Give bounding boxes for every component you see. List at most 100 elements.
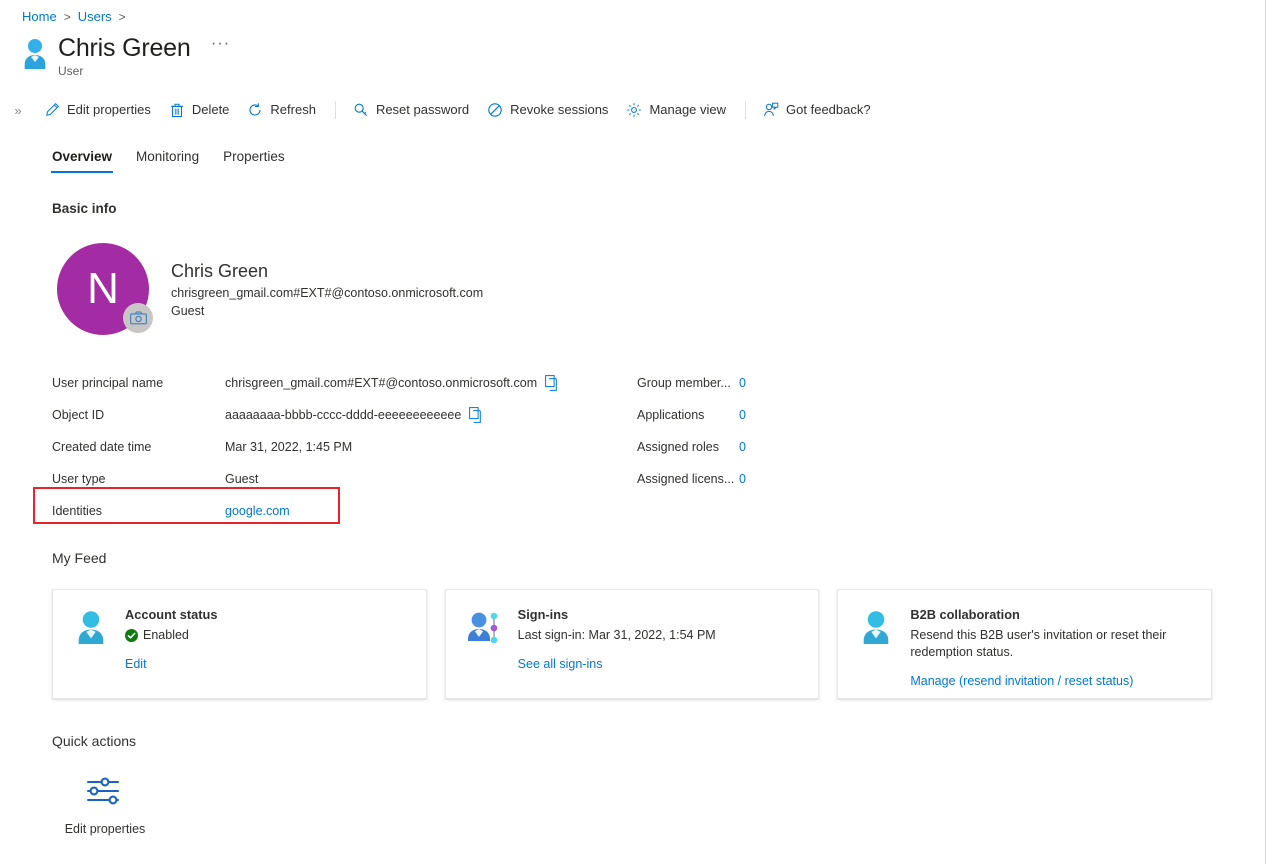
avatar: N [57, 243, 153, 335]
command-label: Manage view [649, 102, 727, 117]
property-value-text: chrisgreen_gmail.com#EXT#@contoso.onmicr… [225, 376, 538, 390]
breadcrumb-separator: > [63, 10, 71, 24]
property-label: Group member... [637, 376, 731, 390]
revoke-sessions-button[interactable]: Revoke sessions [479, 97, 618, 123]
property-label: Object ID [52, 408, 105, 422]
breadcrumb: Home > Users > [22, 9, 126, 25]
property-label: User principal name [52, 376, 164, 390]
property-value: Guest [225, 472, 258, 486]
breadcrumb-item-home[interactable]: Home [22, 9, 57, 25]
section-heading-quick-actions: Quick actions [52, 733, 137, 749]
quick-action-edit-properties[interactable]: Edit properties [62, 775, 148, 837]
tab-properties[interactable]: Properties [211, 143, 297, 173]
user-status-icon [78, 611, 104, 644]
breadcrumb-item-users[interactable]: Users [78, 9, 112, 25]
property-row-user-principal-name: User principal name chrisgreen_gmail.com… [52, 367, 592, 399]
property-value-link[interactable]: 0 [739, 376, 746, 390]
command-label: Delete [191, 102, 230, 117]
card-description: Resend this B2B user's invitation or res… [910, 628, 1167, 659]
command-bar: » Edit properties Delete Refresh Reset p… [0, 94, 1265, 126]
hero-upn: chrisgreen_gmail.com#EXT#@contoso.onmicr… [171, 286, 484, 300]
property-value-link[interactable]: 0 [739, 408, 746, 422]
card-link-see-all-sign-ins[interactable]: See all sign-ins [518, 657, 603, 671]
person-icon [24, 39, 46, 69]
properties-left-column: User principal name chrisgreen_gmail.com… [52, 367, 592, 527]
property-label: User type [52, 472, 106, 486]
property-row-identities: Identities google.com [52, 495, 592, 527]
command-label: Refresh [270, 102, 316, 117]
property-label: Assigned roles [637, 440, 719, 454]
got-feedback-button[interactable]: Got feedback? [755, 97, 881, 123]
section-heading-my-feed: My Feed [52, 550, 107, 566]
property-label: Assigned licens... [637, 472, 735, 486]
quick-action-label: Edit properties [64, 822, 146, 836]
identities-link[interactable]: google.com [225, 504, 290, 518]
copy-icon[interactable] [469, 407, 483, 423]
user-identity-hero: N Chris Green chrisgreen_gmail.com#EXT#@… [57, 243, 483, 335]
command-label: Edit properties [67, 102, 151, 117]
property-row-applications: Applications 0 [637, 399, 937, 431]
property-row-created-date-time: Created date time Mar 31, 2022, 1:45 PM [52, 431, 592, 463]
property-row-user-type: User type Guest [52, 463, 592, 495]
property-row-assigned-licenses: Assigned licens... 0 [637, 463, 937, 495]
property-row-group-memberships: Group member... 0 [637, 367, 937, 399]
page-title: Chris Green [58, 34, 191, 62]
property-value: chrisgreen_gmail.com#EXT#@contoso.onmicr… [225, 375, 559, 391]
property-row-assigned-roles: Assigned roles 0 [637, 431, 937, 463]
sliders-icon [86, 777, 120, 805]
my-feed-cards: Account status Enabled Edit Sign-ins Las… [52, 589, 1213, 699]
property-value-text: Guest [225, 472, 259, 486]
b2b-user-icon [864, 611, 889, 644]
account-status-value: Enabled [125, 627, 408, 644]
breadcrumb-separator: > [118, 10, 126, 24]
card-b2b-collaboration[interactable]: B2B collaboration Resend this B2B user's… [837, 589, 1213, 699]
change-photo-button[interactable] [123, 303, 153, 333]
block-icon [488, 103, 502, 117]
refresh-button[interactable]: Refresh [239, 97, 326, 123]
property-value-link[interactable]: 0 [739, 472, 746, 486]
quick-actions-list: Edit properties [62, 775, 148, 837]
card-description: Last sign-in: Mar 31, 2022, 1:54 PM [517, 628, 716, 642]
property-value-text: aaaaaaaa-bbbb-cccc-dddd-eeeeeeeeeeee [225, 408, 462, 422]
property-value-text: Mar 31, 2022, 1:45 PM [225, 440, 353, 454]
camera-icon [129, 311, 147, 325]
more-options-button[interactable]: ··· [211, 35, 230, 53]
properties-right-column: Group member... 0 Applications 0 Assigne… [637, 367, 937, 495]
tab-monitoring[interactable]: Monitoring [124, 143, 211, 173]
edit-properties-button[interactable]: Edit properties [36, 97, 161, 123]
gear-icon [627, 103, 642, 117]
command-separator [334, 101, 336, 119]
azure-portal-window: Home > Users > Chris Green ··· User » Ed… [0, 0, 1266, 864]
property-row-object-id: Object ID aaaaaaaa-bbbb-cccc-dddd-eeeeee… [52, 399, 592, 431]
expand-commands-button[interactable]: » [0, 103, 36, 118]
reset-password-button[interactable]: Reset password [345, 97, 479, 123]
command-separator [745, 101, 747, 119]
property-value: aaaaaaaa-bbbb-cccc-dddd-eeeeeeeeeeee [225, 407, 483, 423]
card-title: Sign-ins [517, 607, 569, 622]
feedback-icon [764, 102, 779, 117]
key-icon [354, 103, 367, 116]
tab-bar: Overview Monitoring Properties [40, 140, 297, 173]
check-circle-icon [125, 629, 138, 642]
command-label: Revoke sessions [510, 102, 609, 117]
manage-view-button[interactable]: Manage view [618, 97, 736, 123]
copy-icon[interactable] [545, 375, 559, 391]
card-link-edit[interactable]: Edit [125, 657, 147, 671]
hero-display-name: Chris Green [171, 261, 269, 281]
pencil-icon [46, 102, 60, 116]
section-heading-basic-info: Basic info [52, 201, 117, 216]
delete-button[interactable]: Delete [161, 97, 240, 123]
hero-user-type: Guest [171, 304, 205, 318]
card-title: Account status [125, 607, 218, 622]
card-link-manage-b2b[interactable]: Manage (resend invitation / reset status… [910, 674, 1133, 688]
property-label: Applications [637, 408, 705, 422]
card-sign-ins[interactable]: Sign-ins Last sign-in: Mar 31, 2022, 1:5… [444, 589, 820, 699]
property-value-link[interactable]: 0 [739, 440, 746, 454]
trash-icon [170, 103, 183, 117]
property-label: Created date time [52, 440, 152, 454]
card-account-status[interactable]: Account status Enabled Edit [52, 589, 427, 699]
property-label: Identities [52, 504, 103, 518]
command-label: Got feedback? [786, 102, 871, 117]
page-header: Chris Green ··· User [20, 33, 230, 79]
tab-overview[interactable]: Overview [40, 143, 124, 173]
